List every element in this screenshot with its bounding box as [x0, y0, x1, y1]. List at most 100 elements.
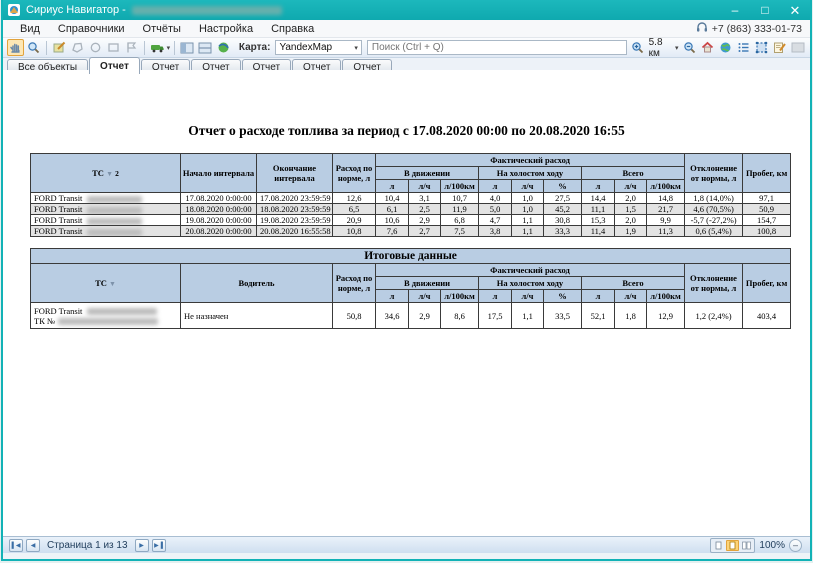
unit-l100: л/100км — [441, 180, 479, 193]
table-row: FORD Transit 17.08.2020 0:00:0017.08.202… — [31, 193, 791, 204]
unit-lh: л/ч — [615, 180, 647, 193]
chevron-down-icon: ▾ — [675, 44, 679, 52]
unit-pct: % — [544, 180, 582, 193]
zoom-in-icon[interactable] — [629, 39, 646, 56]
circle-tool-button[interactable] — [87, 39, 104, 56]
menu-bar: Вид Справочники Отчёты Настройка Справка… — [3, 20, 810, 38]
zoom-controls: 100% – — [710, 538, 802, 553]
table-row: FORD Transit ТК № Не назначен 50,834,6 2… — [31, 303, 791, 329]
zoom-out-button[interactable]: – — [789, 539, 802, 552]
col-header-mileage[interactable]: Пробег, км — [743, 264, 791, 303]
col-header-norm[interactable]: Расход по норме, л — [333, 264, 376, 303]
unit-lh: л/ч — [409, 180, 441, 193]
redacted-plate — [87, 218, 142, 225]
first-page-button[interactable]: ▌◀ — [9, 539, 23, 552]
close-button[interactable]: ✕ — [780, 0, 810, 20]
menu-otchety[interactable]: Отчёты — [134, 20, 190, 37]
col-header-start[interactable]: Начало интервала — [181, 154, 257, 193]
menu-spravochniki[interactable]: Справочники — [49, 20, 134, 37]
pan-hand-button[interactable] — [7, 39, 24, 56]
prev-page-button[interactable]: ◀ — [26, 539, 40, 552]
col-header-norm[interactable]: Расход по норме, л — [333, 154, 376, 193]
title-bar: Сириус Навигатор - – □ ✕ — [3, 0, 810, 20]
unit-l: л — [376, 180, 409, 193]
select-region-icon[interactable] — [753, 39, 770, 56]
globe-icon[interactable] — [717, 39, 734, 56]
zoom-percent: 100% — [759, 540, 785, 551]
unit-l: л — [582, 180, 615, 193]
rectangle-tool-button[interactable] — [105, 39, 122, 56]
unit-lh: л/ч — [615, 290, 647, 303]
page-navigator: ▌◀ ◀ Страница 1 из 13 ▶ ▶▐ — [9, 539, 166, 552]
home-icon[interactable] — [699, 39, 716, 56]
edit-map-button[interactable] — [51, 39, 68, 56]
edit-note-icon[interactable] — [771, 39, 788, 56]
col-header-tc[interactable]: ТС ▼ — [31, 264, 181, 303]
chevron-down-icon: ▾ — [354, 44, 358, 52]
zoom-tool-button[interactable] — [25, 39, 42, 56]
minimize-button[interactable]: – — [720, 0, 750, 20]
last-page-button[interactable]: ▶▐ — [152, 539, 166, 552]
headset-icon — [696, 22, 708, 36]
menu-nastroyka[interactable]: Настройка — [190, 20, 262, 37]
col-header-driver[interactable]: Водитель — [181, 264, 333, 303]
map-label: Карта: — [239, 42, 271, 53]
unit-pct: % — [544, 290, 582, 303]
view-mode-single-button[interactable] — [712, 540, 725, 551]
col-header-mileage[interactable]: Пробег, км — [743, 154, 791, 193]
menu-vid[interactable]: Вид — [11, 20, 49, 37]
unit-l100: л/100км — [647, 290, 685, 303]
zoom-out-icon[interactable] — [681, 39, 698, 56]
app-window: Сириус Навигатор - – □ ✕ Вид Справочники… — [1, 0, 812, 561]
globe-tracking-button[interactable] — [215, 39, 232, 56]
menu-spravka[interactable]: Справка — [262, 20, 323, 37]
col-group-moving: В движении — [376, 167, 479, 180]
col-header-deviation[interactable]: Отклонение от нормы, л — [685, 154, 743, 193]
report-page: Отчет о расходе топлива за период с 17.0… — [3, 70, 810, 534]
fuel-report-table: ТС ▼ 2 Начало интервала Окончание интерв… — [30, 153, 791, 237]
tab-report-1-active[interactable]: Отчет — [89, 57, 140, 74]
redacted-plate — [87, 207, 142, 214]
col-group-moving: В движении — [376, 277, 479, 290]
table-row: FORD Transit 19.08.2020 0:00:0019.08.202… — [31, 215, 791, 226]
unit-l: л — [479, 180, 512, 193]
map-provider-select[interactable]: YandexMap ▾ — [275, 40, 361, 55]
polygon-tool-button[interactable] — [69, 39, 86, 56]
redacted-tk-number — [58, 318, 158, 325]
report-title: Отчет о расходе топлива за период с 17.0… — [3, 123, 810, 139]
unit-l100: л/100км — [441, 290, 479, 303]
split-view-button[interactable] — [197, 39, 214, 56]
maximize-button[interactable]: □ — [750, 0, 780, 20]
view-mode-fit-button[interactable] — [726, 540, 739, 551]
window-bottom-edge — [3, 553, 810, 559]
unit-lh: л/ч — [512, 180, 544, 193]
totals-title: Итоговые данные — [31, 249, 791, 264]
unit-l: л — [479, 290, 512, 303]
flag-tool-button[interactable] — [123, 39, 140, 56]
support-phone: +7 (863) 333-01-73 — [712, 23, 802, 35]
page-indicator: Страница 1 из 13 — [43, 540, 132, 551]
col-header-deviation[interactable]: Отклонение от нормы, л — [685, 264, 743, 303]
unit-l: л — [376, 290, 409, 303]
search-input[interactable] — [367, 40, 627, 55]
map-scale-control[interactable]: 5.8 км ▾ — [649, 37, 679, 59]
sort-icon: ▼ — [109, 280, 116, 288]
status-bar: ▌◀ ◀ Страница 1 из 13 ▶ ▶▐ 100% – — [3, 536, 810, 553]
window-title: Сириус Навигатор - — [26, 4, 126, 16]
unit-lh: л/ч — [409, 290, 441, 303]
totals-table: Итоговые данные ТС ▼ Водитель Расход по … — [30, 248, 791, 329]
list-icon[interactable] — [735, 39, 752, 56]
panel-layout-button[interactable] — [179, 39, 196, 56]
vehicle-button[interactable] — [149, 39, 166, 56]
next-page-button[interactable]: ▶ — [135, 539, 149, 552]
main-toolbar: ▾ Карта: YandexMap ▾ 5.8 км ▾ — [3, 38, 810, 58]
redacted-plate — [87, 308, 157, 315]
view-mode-multi-button[interactable] — [740, 540, 753, 551]
col-header-tc[interactable]: ТС ▼ 2 — [31, 154, 181, 193]
col-header-end[interactable]: Окончание интервала — [257, 154, 333, 193]
col-group-total: Всего — [582, 167, 685, 180]
image-disabled-icon — [789, 39, 806, 56]
col-group-actual: Фактический расход — [376, 154, 685, 167]
col-group-actual: Фактический расход — [376, 264, 685, 277]
vehicle-dropdown-caret[interactable]: ▾ — [167, 44, 171, 52]
